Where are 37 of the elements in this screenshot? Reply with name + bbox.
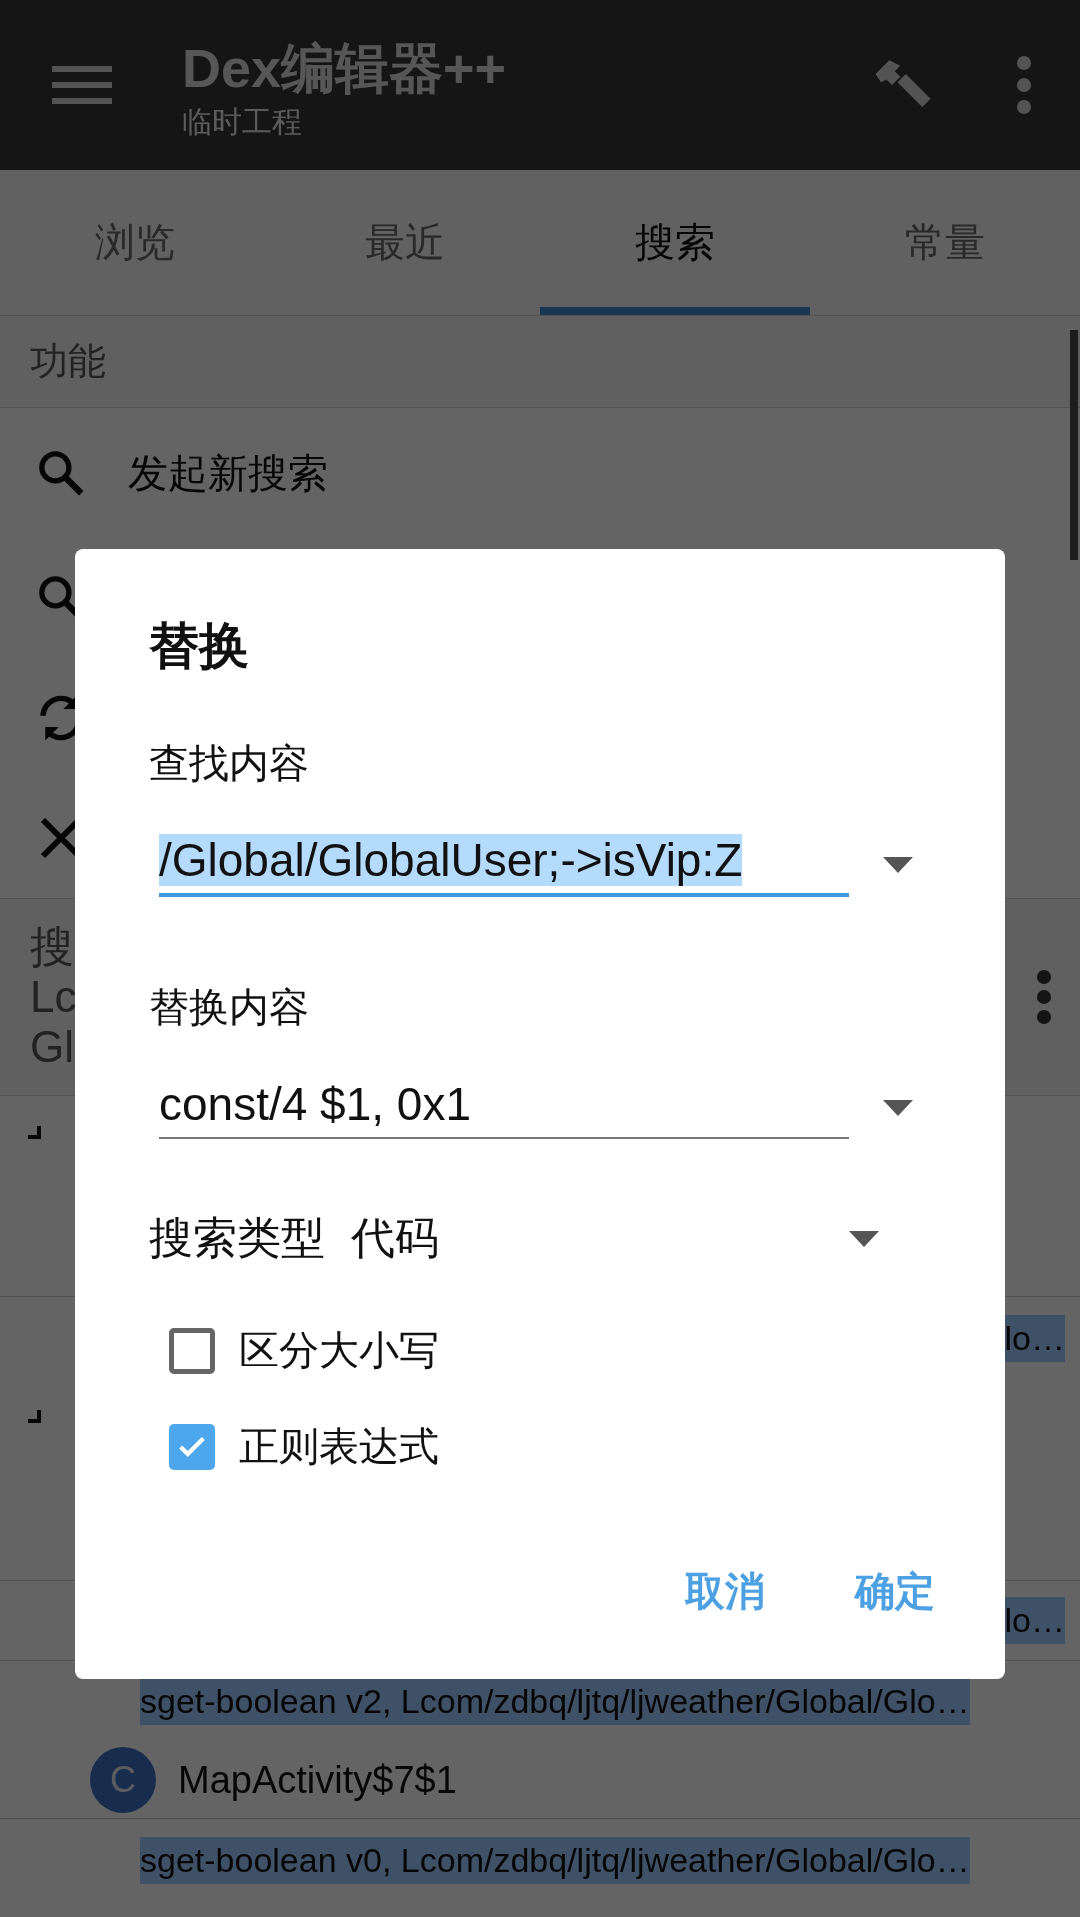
more-options-icon[interactable] (1016, 55, 1032, 115)
corner-icon (28, 1410, 42, 1424)
search-type-label: 搜索类型 (149, 1212, 325, 1264)
class-badge: C (90, 1747, 156, 1813)
menu-item[interactable]: 发起新搜索 (128, 445, 328, 501)
field-label: 查找内容 (149, 740, 309, 787)
corner-icon (28, 1126, 42, 1140)
field-label: 替换内容 (149, 984, 309, 1031)
class-name[interactable]: MapActivity$7$1 (178, 1758, 457, 1802)
scrollbar[interactable] (1070, 330, 1078, 560)
code-snippet[interactable]: lo… (1004, 1597, 1065, 1644)
checkbox[interactable] (169, 1423, 215, 1470)
tab[interactable]: 最近 (270, 170, 540, 315)
search-type-value[interactable]: 代码 (351, 1209, 823, 1268)
dropdown-arrow-icon[interactable] (883, 1100, 913, 1116)
search-summary-text: 搜 (30, 922, 74, 972)
dialog-button[interactable]: 取消 (685, 1564, 765, 1619)
checkbox-label[interactable]: 正则表达式 (239, 1419, 439, 1474)
checkbox[interactable] (169, 1327, 215, 1374)
section-header: 功能 (30, 339, 106, 384)
project-subtitle: 临时工程 (182, 104, 302, 141)
menu-icon[interactable] (52, 65, 112, 105)
search-summary-text: Gl (30, 1022, 74, 1072)
code-snippet[interactable]: sget-boolean v0, Lcom/zdbq/ljtq/ljweather/Global/Glo… (140, 1837, 970, 1884)
tab[interactable]: 浏览 (0, 170, 270, 315)
code-snippet[interactable]: lo… (1004, 1315, 1065, 1362)
dropdown-arrow-icon[interactable] (849, 1230, 879, 1247)
more-options-icon[interactable] (1036, 969, 1052, 1025)
search-summary-text: Lc (30, 972, 77, 1022)
checkbox-label[interactable]: 区分大小写 (239, 1323, 439, 1378)
code-snippet[interactable]: sget-boolean v2, Lcom/zdbq/ljtq/ljweather/Global/Glo… (140, 1678, 970, 1725)
tab[interactable]: 常量 (810, 170, 1080, 315)
app-title: Dex编辑器++ (182, 38, 507, 99)
dialog-button[interactable]: 确定 (855, 1564, 935, 1619)
text-field[interactable]: const/4 $1, 0x1 (159, 1077, 849, 1139)
dialog-title: 替换 (149, 617, 249, 676)
dropdown-arrow-icon[interactable] (883, 857, 913, 873)
